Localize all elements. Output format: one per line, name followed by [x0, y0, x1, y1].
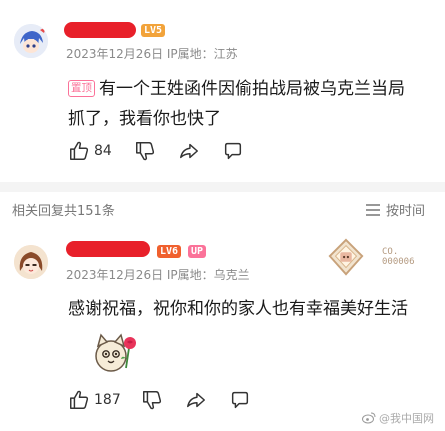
watermark: @我中国网: [362, 410, 434, 426]
watermark-text: @我中国网: [379, 412, 434, 425]
pinned-badge: 置顶: [68, 80, 95, 97]
fan-badge[interactable]: [326, 238, 366, 282]
dislike-button[interactable]: [134, 140, 156, 162]
comment-bubble-icon: [231, 391, 248, 409]
thumbs-down-icon: [142, 391, 161, 410]
comment-body: 感谢祝福，祝你和你的家人也有幸福美好生活: [68, 299, 408, 319]
level-badge: LV6: [157, 245, 182, 258]
sort-button[interactable]: 按时间: [365, 200, 425, 219]
level-badge: LV5: [141, 24, 166, 37]
thumbs-down-icon: [135, 142, 154, 161]
redacted-username[interactable]: [64, 22, 136, 38]
comment-body: 有一个王姓函件因偷拍战局被乌克兰当局抓了，我看你也快了: [68, 79, 405, 129]
weibo-logo-icon: [362, 412, 376, 424]
like-count: 187: [94, 392, 121, 408]
section-divider: [0, 182, 445, 192]
reply-button[interactable]: [222, 140, 244, 162]
like-button[interactable]: 187: [68, 389, 121, 411]
avatar-user-2[interactable]: [14, 245, 48, 279]
uploader-badge: UP: [188, 245, 207, 258]
comment-actions: 187: [68, 389, 251, 411]
reply-count: 相关回复共151条: [12, 204, 115, 219]
medal-badge-icon: [328, 238, 364, 276]
share-button[interactable]: [185, 389, 207, 411]
reply-button[interactable]: [229, 389, 251, 411]
sticker-emoji: [92, 330, 138, 378]
comment-date-location: 2023年12月26日 IP属地：乌克兰: [66, 268, 250, 282]
fan-badge-text: CO.: [382, 247, 399, 257]
dislike-button[interactable]: [141, 389, 163, 411]
like-count: 84: [94, 143, 112, 159]
fan-badge-label: CO. 000006: [382, 247, 415, 267]
comment-date-location: 2023年12月26日 IP属地：江苏: [66, 47, 238, 61]
comment-text: 置顶 有一个王姓函件因偷拍战局被乌克兰当局抓了，我看你也快了: [68, 74, 413, 134]
avatar-user-1[interactable]: [14, 24, 48, 58]
avatar-character-icon: [14, 245, 48, 279]
avatar-character-icon: [14, 24, 48, 58]
like-button[interactable]: 84: [68, 140, 112, 162]
comment-text: 感谢祝福，祝你和你的家人也有幸福美好生活: [68, 294, 430, 324]
share-icon: [179, 143, 198, 159]
comment-actions: 84: [68, 140, 244, 162]
sort-label: 按时间: [386, 204, 426, 219]
fan-badge-number: 000006: [382, 257, 415, 267]
redacted-username[interactable]: [66, 241, 150, 257]
share-icon: [186, 392, 205, 408]
thumbs-up-icon: [70, 390, 89, 409]
cat-with-rose-sticker-icon: [95, 333, 136, 372]
sort-icon: [366, 203, 380, 216]
share-button[interactable]: [178, 140, 200, 162]
thumbs-up-icon: [70, 141, 89, 160]
comment-bubble-icon: [224, 142, 241, 160]
